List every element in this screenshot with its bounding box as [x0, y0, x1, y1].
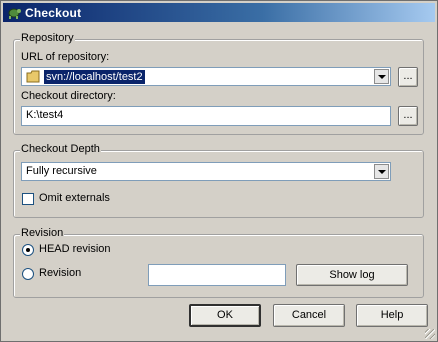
title-bar[interactable]: Checkout [3, 3, 435, 22]
folder-icon [26, 70, 40, 83]
depth-value: Fully recursive [26, 165, 97, 177]
head-revision-radio[interactable] [22, 244, 34, 256]
browse-directory-button[interactable]: ... [398, 106, 418, 126]
revision-radio-label[interactable]: Revision [39, 267, 81, 279]
revision-group: Revision HEAD revision Revision Show log [13, 227, 424, 298]
browse-url-button[interactable]: ... [398, 67, 418, 87]
turtle-app-icon [8, 8, 21, 19]
show-log-button[interactable]: Show log [296, 264, 408, 286]
revision-radio[interactable] [22, 268, 34, 280]
cancel-button[interactable]: Cancel [273, 304, 345, 327]
omit-externals-label[interactable]: Omit externals [39, 192, 110, 204]
resize-grip[interactable] [425, 329, 435, 339]
revision-group-label: Revision [20, 227, 65, 239]
help-button[interactable]: Help [356, 304, 428, 327]
url-label: URL of repository: [21, 51, 110, 63]
depth-dropdown-button[interactable] [374, 164, 389, 179]
head-revision-label[interactable]: HEAD revision [39, 243, 111, 255]
checkout-directory-label: Checkout directory: [21, 90, 116, 102]
revision-number-input[interactable] [148, 264, 286, 286]
ok-button[interactable]: OK [189, 304, 261, 327]
checkout-directory-input[interactable]: K:\test4 [21, 106, 391, 126]
repository-group-label: Repository [20, 32, 75, 44]
repository-group: Repository URL of repository: svn://loca… [13, 32, 424, 135]
url-dropdown-button[interactable] [374, 69, 389, 84]
checkout-depth-group: Checkout Depth Fully recursive Omit exte… [13, 143, 424, 218]
depth-combobox[interactable]: Fully recursive [21, 162, 391, 181]
checkout-depth-group-label: Checkout Depth [20, 143, 101, 155]
checkout-dialog: Checkout Repository URL of repository: s… [0, 0, 438, 342]
chevron-down-icon [377, 74, 386, 79]
omit-externals-checkbox[interactable] [22, 193, 34, 205]
url-value: svn://localhost/test2 [44, 70, 145, 84]
checkout-directory-value: K:\test4 [26, 109, 64, 121]
url-combobox[interactable]: svn://localhost/test2 [21, 67, 391, 86]
window-title: Checkout [25, 6, 82, 20]
radio-selected-dot [26, 248, 30, 252]
chevron-down-icon [377, 169, 386, 174]
